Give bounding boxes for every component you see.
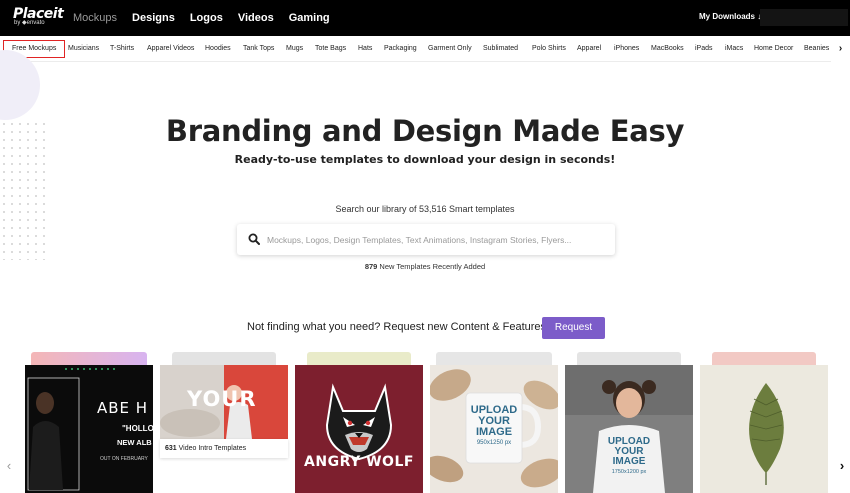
category-musicians[interactable]: Musicians [68,36,99,62]
category-tote-bags[interactable]: Tote Bags [315,36,346,62]
card-text: IMAGE [475,426,513,438]
category-apparel[interactable]: Apparel [577,36,601,62]
template-card[interactable] [700,352,828,493]
card-title: YOUR [187,387,257,411]
category-sublimated[interactable]: Sublimated [483,36,518,62]
wolf-logo-icon [295,365,423,493]
template-card[interactable]: YOUR 631 Video Intro Templates [160,352,288,493]
card-title: ABE H [97,399,149,417]
template-card[interactable]: ABE H "HOLLOV NEW ALB OUT ON FEBRUARY [25,352,153,493]
category-apparel-videos[interactable]: Apparel Videos [147,36,194,62]
category-tank-tops[interactable]: Tank Tops [243,36,274,62]
hero-title: Branding and Design Made Easy [165,114,685,148]
caption-count: 631 [165,445,177,452]
category-next-arrow[interactable]: › [831,36,850,62]
category-beanies[interactable]: Beanies [804,36,829,62]
category-mugs[interactable]: Mugs [286,36,303,62]
new-templates-note: 879 New Templates Recently Added [0,262,850,271]
category-polo-shirts[interactable]: Polo Shirts [532,36,566,62]
category-iphones[interactable]: iPhones [614,36,639,62]
category-hats[interactable]: Hats [358,36,372,62]
nav-mockups[interactable]: Mockups [73,12,117,24]
my-downloads-link[interactable]: My Downloads ↓ [699,12,761,21]
card-text: NEW ALB [117,438,152,447]
carousel-next-arrow[interactable]: › [835,447,849,485]
search-caption: Search our library of 53,516 Smart templ… [335,204,515,214]
card-stack-tab [577,352,681,365]
carousel-prev-arrow[interactable]: ‹ [2,447,16,485]
search-icon[interactable] [248,233,260,245]
template-card[interactable]: UPLOAD YOUR IMAGE 950x1250 px [430,352,558,493]
category-bar: Free Mockups Musicians T-Shirts Apparel … [0,36,850,62]
nav-gaming[interactable]: Gaming [289,12,330,24]
category-hoodies[interactable]: Hoodies [205,36,231,62]
leaf-print-photo [700,365,828,493]
card-image: UPLOAD YOUR IMAGE 1750x1200 px [565,365,693,493]
request-prompt: Not finding what you need? Request new C… [247,321,547,333]
hero-subtitle: Ready-to-use templates to download your … [234,153,616,166]
card-text: OUT ON FEBRUARY [100,456,148,462]
card-image: ABE H "HOLLOV NEW ALB OUT ON FEBRUARY [25,365,153,493]
upload-placeholder: UPLOAD YOUR IMAGE 950x1250 px [470,405,518,449]
top-navbar: Placeit by ◆envato Mockups Designs Logos… [0,0,850,36]
nav-designs[interactable]: Designs [132,12,175,24]
card-image: ANGRY WOLF [295,365,423,493]
upload-placeholder: UPLOAD YOUR IMAGE 1750x1200 px [603,437,655,477]
new-templates-label: New Templates Recently Added [377,262,486,271]
account-area[interactable] [760,9,848,26]
card-stack-tab [31,352,147,365]
new-templates-count: 879 [364,262,378,271]
logo-byline: by ◆envato [14,20,45,26]
card-text: 1750x1200 px [611,469,647,475]
template-card[interactable]: ANGRY WOLF [295,352,423,493]
card-image [700,365,828,493]
category-packaging[interactable]: Packaging [384,36,417,62]
search-box [237,224,615,255]
card-image: YOUR [160,365,288,439]
category-macbooks[interactable]: MacBooks [651,36,684,62]
nav-logos[interactable]: Logos [190,12,223,24]
category-t-shirts[interactable]: T-Shirts [110,36,134,62]
category-home-decor[interactable]: Home Decor [754,36,793,62]
search-input[interactable] [267,224,607,255]
card-caption: 631 Video Intro Templates [160,439,288,458]
main-nav: Mockups Designs Logos Videos Gaming [73,0,345,36]
card-text: "HOLLOV [122,424,153,433]
category-garment-only[interactable]: Garment Only [428,36,472,62]
template-card[interactable]: UPLOAD YOUR IMAGE 1750x1200 px [565,352,693,493]
category-ipads[interactable]: iPads [695,36,713,62]
nav-videos[interactable]: Videos [238,12,274,24]
caption-label: Video Intro Templates [176,445,247,452]
card-text: 950x1250 px [476,440,512,446]
request-button[interactable]: Request [542,317,605,339]
card-text: IMAGE [612,456,646,467]
category-imacs[interactable]: iMacs [725,36,743,62]
card-stack-tab [436,352,552,365]
card-stack-tab [172,352,276,365]
card-stack-tab [307,352,411,365]
card-title: ANGRY WOLF [304,454,414,470]
card-stack-tab [712,352,816,365]
card-image: UPLOAD YOUR IMAGE 950x1250 px [430,365,558,493]
placeit-logo[interactable]: Placeit by ◆envato [13,6,64,30]
